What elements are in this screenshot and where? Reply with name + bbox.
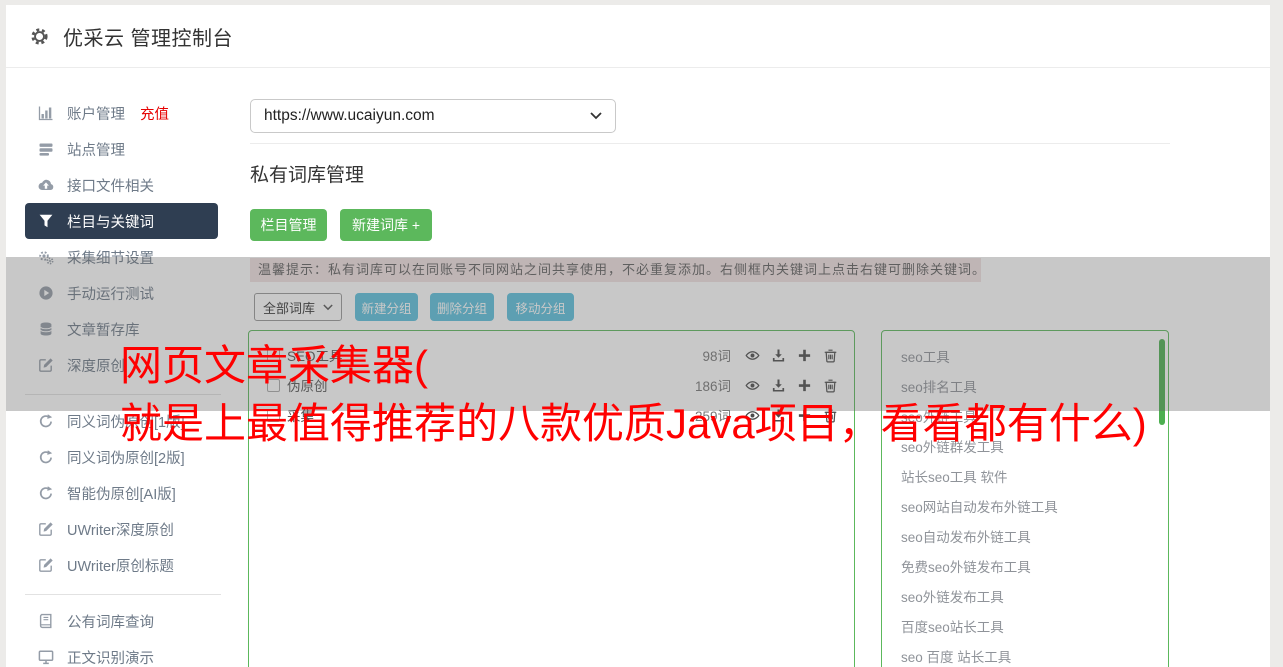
sidebar-item-label: 公有词库查询 <box>67 614 154 631</box>
edit-icon <box>37 521 55 537</box>
sidebar-item-label: 正文识别演示 <box>67 650 154 667</box>
sidebar-item[interactable]: 接口文件相关 <box>25 167 218 203</box>
sidebar-item-label: 接口文件相关 <box>67 178 154 195</box>
disabled-overlay <box>6 257 1270 411</box>
sidebar-divider <box>25 594 221 595</box>
keyword-item[interactable]: seo外链发布工具 <box>901 583 1168 613</box>
monitor-icon <box>37 649 55 665</box>
keyword-item[interactable]: 免费seo外链发布工具 <box>901 553 1168 583</box>
book-icon <box>37 613 55 629</box>
keyword-item[interactable]: seo网站自动发布外链工具 <box>901 493 1168 523</box>
keyword-item[interactable]: seo 百度 站长工具 <box>901 643 1168 667</box>
sidebar-item[interactable]: 同义词伪原创[2版] <box>25 439 218 475</box>
bar-chart-icon <box>37 105 55 121</box>
chevron-down-icon <box>590 112 602 120</box>
sidebar-item[interactable]: 站点管理 <box>25 131 218 167</box>
sidebar-item[interactable]: 账户管理 充值 <box>25 95 218 131</box>
sidebar-item[interactable]: UWriter深度原创 <box>25 511 218 547</box>
sidebar-item[interactable]: 公有词库查询 <box>25 603 218 639</box>
filter-icon <box>37 213 55 229</box>
sidebar-item-label: 账户管理 <box>67 106 125 123</box>
cloud-upload-icon <box>37 177 55 193</box>
refresh-icon <box>37 485 55 501</box>
refresh-icon <box>37 449 55 465</box>
app-title: 优采云 管理控制台 <box>63 27 234 50</box>
sidebar-item[interactable]: 正文识别演示 <box>25 639 218 667</box>
topbar: 优采云 管理控制台 <box>6 5 1270 68</box>
edit-icon <box>37 557 55 573</box>
recharge-badge[interactable]: 充值 <box>140 103 169 124</box>
sidebar-item-label: UWriter原创标题 <box>67 558 174 575</box>
sidebar-item[interactable]: 智能伪原创[AI版] <box>25 475 218 511</box>
keyword-item[interactable]: seo外链群发工具 <box>901 433 1168 463</box>
site-selector-value: https://www.ucaiyun.com <box>264 107 435 124</box>
gear-icon <box>29 26 50 47</box>
keyword-item[interactable]: 站长seo工具 软件 <box>901 463 1168 493</box>
page-title: 私有词库管理 <box>250 165 365 186</box>
server-icon <box>37 141 55 157</box>
sidebar-item-label: 同义词伪原创[2版] <box>67 450 185 467</box>
column-manage-button[interactable]: 栏目管理 <box>250 209 327 241</box>
divider <box>250 143 1170 144</box>
keyword-item[interactable]: seo自动发布外链工具 <box>901 523 1168 553</box>
refresh-icon <box>37 413 55 429</box>
site-selector[interactable]: https://www.ucaiyun.com <box>250 99 616 133</box>
sidebar-item[interactable]: 栏目与关键词 <box>25 203 218 239</box>
app-window: 优采云 管理控制台 账户管理 充值 站点管理 接口文件相关 栏目与关键词 采集细节设置 手动… <box>0 0 1283 667</box>
sidebar-item-label: 栏目与关键词 <box>67 214 154 231</box>
sidebar-item-label: 同义词伪原创[1版] <box>67 414 185 431</box>
sidebar-item-label: UWriter深度原创 <box>67 522 174 539</box>
sidebar-item-label: 站点管理 <box>67 142 125 159</box>
sidebar-item-label: 智能伪原创[AI版] <box>67 486 176 503</box>
sidebar-item[interactable]: UWriter原创标题 <box>25 547 218 583</box>
new-thesaurus-button[interactable]: 新建词库 + <box>340 209 432 241</box>
keyword-item[interactable]: 百度seo站长工具 <box>901 613 1168 643</box>
